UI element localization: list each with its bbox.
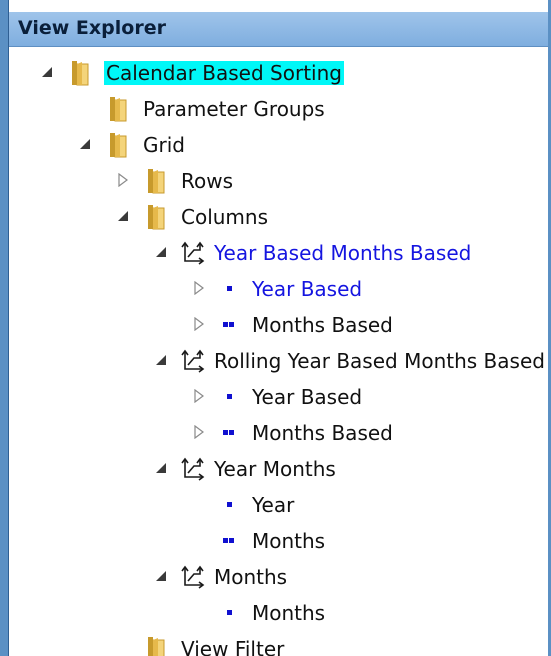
tree-node-label: Year Months	[214, 457, 336, 481]
hierarchy-icon	[180, 239, 208, 267]
tree-node-label: Rows	[181, 169, 234, 193]
tree-node-level[interactable]: Year	[9, 488, 548, 522]
window-left-border	[0, 0, 9, 656]
tree-node-level[interactable]: Year Based	[9, 272, 548, 306]
tree-node-label: Parameter Groups	[143, 97, 325, 121]
folder-icon	[142, 167, 172, 195]
tree-node-label: Months Based	[252, 313, 393, 337]
tree-node-label: Months	[252, 529, 326, 553]
tree-node-label: Year Based	[252, 277, 363, 301]
hierarchy-icon	[180, 455, 208, 483]
tree-node-rows[interactable]: Rows	[9, 164, 548, 198]
level-icon	[223, 430, 234, 435]
expanded-arrow-icon[interactable]	[154, 569, 168, 583]
folder-icon	[104, 131, 134, 159]
tree-node-hierarchy[interactable]: Year Months	[9, 452, 548, 486]
tree-node-parameter-groups[interactable]: Parameter Groups	[9, 92, 548, 126]
tree-node-hierarchy[interactable]: Rolling Year Based Months Based	[9, 344, 548, 378]
tree-node-label: Year Based Months Based	[214, 241, 472, 265]
tree-node-columns[interactable]: Columns	[9, 200, 548, 234]
tree-node-level[interactable]: Year Based	[9, 380, 548, 414]
level-icon	[227, 502, 232, 507]
hierarchy-icon	[180, 347, 208, 375]
tree-node-label: Months	[252, 601, 326, 625]
tree-node-label: Year Based	[252, 385, 363, 409]
expanded-arrow-icon[interactable]	[78, 137, 92, 151]
collapsed-arrow-icon[interactable]	[192, 389, 206, 403]
expanded-arrow-icon[interactable]	[116, 209, 130, 223]
folder-icon	[142, 203, 172, 231]
level-icon	[227, 610, 232, 615]
panel-title-bar[interactable]: View Explorer	[9, 12, 548, 47]
view-explorer-panel: View Explorer Calendar Based Sorting Par…	[0, 0, 551, 656]
collapsed-arrow-icon[interactable]	[116, 173, 130, 187]
expanded-arrow-icon[interactable]	[40, 65, 54, 79]
explorer-tree: Calendar Based Sorting Parameter Groups …	[9, 47, 548, 656]
tree-node-label: Months	[214, 565, 288, 589]
level-icon	[223, 538, 234, 543]
tree-node-level[interactable]: Months Based	[9, 308, 548, 342]
panel-title: View Explorer	[18, 17, 166, 39]
tree-node-root[interactable]: Calendar Based Sorting	[9, 56, 548, 90]
folder-icon	[104, 95, 134, 123]
level-icon	[227, 286, 232, 291]
folder-icon	[66, 59, 96, 87]
tree-node-label: Rolling Year Based Months Based	[214, 349, 545, 373]
tree-node-level[interactable]: Months	[9, 596, 548, 630]
tree-node-label: Months Based	[252, 421, 393, 445]
tree-node-label: Year	[252, 493, 295, 517]
tree-node-label: View Filter	[181, 637, 285, 656]
tree-node-hierarchy[interactable]: Year Based Months Based	[9, 236, 548, 270]
collapsed-arrow-icon[interactable]	[192, 317, 206, 331]
tree-node-level[interactable]: Months	[9, 524, 548, 558]
hierarchy-icon	[180, 563, 208, 591]
tree-node-hierarchy[interactable]: Months	[9, 560, 548, 594]
tree-node-label: Grid	[143, 133, 185, 157]
expanded-arrow-icon[interactable]	[154, 461, 168, 475]
folder-icon	[142, 635, 172, 656]
tree-node-level[interactable]: Months Based	[9, 416, 548, 450]
tree-node-grid[interactable]: Grid	[9, 128, 548, 162]
level-icon	[223, 322, 234, 327]
level-icon	[227, 394, 232, 399]
expanded-arrow-icon[interactable]	[154, 353, 168, 367]
tree-node-view-filter[interactable]: View Filter	[9, 632, 548, 656]
collapsed-arrow-icon[interactable]	[192, 281, 206, 295]
collapsed-arrow-icon[interactable]	[192, 425, 206, 439]
tree-node-label-root: Calendar Based Sorting	[104, 61, 344, 85]
tree-node-label: Columns	[181, 205, 269, 229]
expanded-arrow-icon[interactable]	[154, 245, 168, 259]
